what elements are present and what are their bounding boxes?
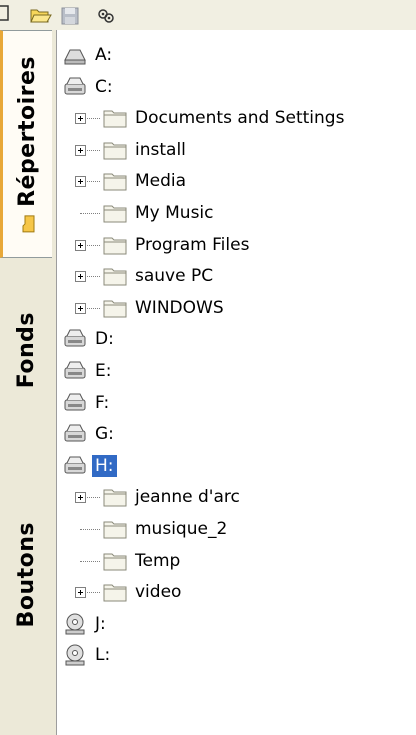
folder-icon	[102, 200, 128, 226]
toolbar	[0, 0, 416, 30]
drive-item[interactable]: L:	[62, 640, 113, 670]
folder-item[interactable]: install	[102, 135, 189, 165]
tree-item-label: D:	[95, 329, 114, 350]
tree-item-label: Program Files	[135, 234, 250, 255]
hard-drive-icon	[62, 390, 88, 416]
drive-item[interactable]: G:	[62, 419, 117, 449]
tab-label-fonds: Fonds	[13, 311, 39, 389]
folder-item[interactable]: Program Files	[102, 230, 252, 260]
expand-icon[interactable]	[75, 144, 86, 156]
tree-item-label: sauve PC	[135, 266, 214, 287]
folder-icon	[15, 214, 40, 232]
folder-item[interactable]: Media	[102, 166, 189, 196]
drive-item[interactable]: A:	[62, 40, 115, 70]
tab-label-boutons: Boutons	[13, 522, 39, 628]
tree-item-label: Documents and Settings	[135, 108, 345, 129]
folder-icon	[102, 484, 128, 510]
tab-label-repertoires: Répertoires	[15, 55, 40, 207]
tree-item-label: musique_2	[135, 519, 228, 539]
open-folder-icon[interactable]	[30, 6, 52, 26]
folder-item[interactable]: Temp	[102, 546, 183, 576]
tree-item-label: Temp	[135, 550, 181, 571]
tab-strip: Répertoires Fonds Boutons	[0, 30, 57, 735]
tree-item-label: WINDOWS	[135, 297, 224, 318]
drive-item[interactable]: E:	[62, 356, 114, 386]
save-icon[interactable]	[60, 6, 82, 26]
toolbar-edge	[0, 5, 9, 21]
folder-icon	[102, 168, 128, 194]
expand-icon[interactable]	[75, 492, 86, 504]
drive-item[interactable]: C:	[62, 72, 116, 102]
folder-item[interactable]: Documents and Settings	[102, 103, 347, 133]
hard-drive-icon	[62, 74, 88, 100]
tree-item-label: A:	[95, 45, 113, 65]
folder-icon	[102, 548, 128, 574]
hard-drive-icon	[62, 326, 88, 352]
drive-item[interactable]: D:	[62, 324, 117, 354]
expand-icon[interactable]	[75, 271, 86, 283]
expand-icon[interactable]	[75, 302, 86, 314]
folder-item[interactable]: jeanne d'arc	[102, 482, 243, 512]
expand-icon[interactable]	[75, 113, 86, 125]
expand-icon[interactable]	[75, 587, 86, 599]
tree-item-label: H:	[92, 454, 117, 477]
tree-item-label: video	[135, 582, 182, 603]
hard-drive-icon	[62, 453, 88, 479]
tree-item-label: install	[135, 139, 186, 160]
cd-drive-icon	[62, 642, 88, 668]
folder-item[interactable]: sauve PC	[102, 261, 216, 291]
tree-item-label: C:	[95, 76, 113, 97]
folder-icon	[102, 516, 128, 542]
folder-icon	[102, 137, 128, 163]
folder-item[interactable]: WINDOWS	[102, 293, 227, 323]
folder-icon	[102, 579, 128, 605]
tree-item-label: F:	[95, 392, 110, 413]
tree-connector	[80, 529, 100, 531]
tab-repertoires[interactable]: Répertoires	[0, 30, 52, 258]
drive-item[interactable]: H:	[62, 451, 117, 481]
tab-boutons[interactable]: Boutons	[0, 510, 52, 640]
cd-drive-icon	[62, 611, 88, 637]
folder-icon	[102, 232, 128, 258]
folder-item[interactable]: My Music	[102, 198, 217, 228]
drive-item[interactable]: J:	[62, 609, 109, 639]
tree-item-label: E:	[95, 361, 112, 381]
folder-item[interactable]: video	[102, 577, 184, 607]
tree-connector	[80, 560, 100, 563]
folder-item[interactable]: musique_2	[102, 514, 230, 544]
hard-drive-icon	[62, 358, 88, 384]
drive-item[interactable]: F:	[62, 388, 112, 418]
tree-item-label: L:	[95, 645, 111, 666]
tree-item-label: My Music	[135, 203, 214, 223]
folder-icon	[102, 105, 128, 131]
tree-item-label: J:	[95, 613, 106, 634]
floppy-drive-icon	[62, 42, 88, 68]
hard-drive-icon	[62, 421, 88, 447]
tree-item-label: Media	[135, 171, 187, 192]
settings-icon[interactable]	[95, 6, 117, 26]
expand-icon[interactable]	[75, 239, 86, 251]
folder-icon	[102, 295, 128, 321]
folder-icon	[102, 263, 128, 289]
tree-item-label: jeanne d'arc	[135, 487, 240, 508]
expand-icon[interactable]	[75, 176, 86, 188]
tree-item-label: G:	[95, 424, 114, 445]
tab-fonds[interactable]: Fonds	[0, 295, 52, 405]
tree-connector	[80, 213, 100, 215]
directory-tree[interactable]: A: C: Documents and Settings install Media My…	[56, 40, 416, 735]
